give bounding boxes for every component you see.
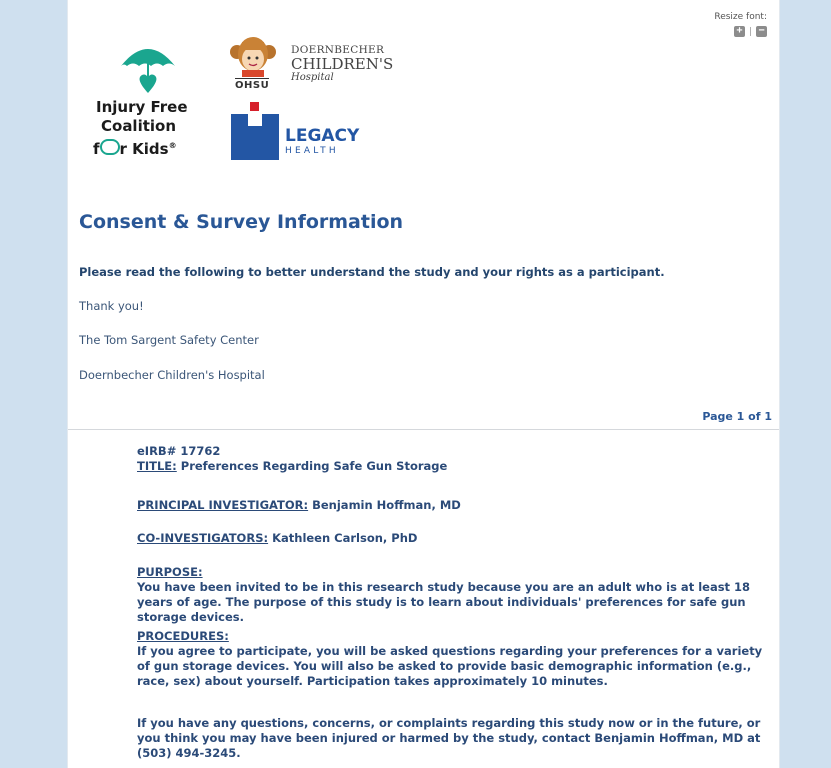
title-label: TITLE: bbox=[137, 459, 177, 473]
procedures-label: PROCEDURES: bbox=[137, 629, 229, 643]
intro-instruction: Please read the following to better unde… bbox=[79, 265, 665, 279]
registered-mark: ® bbox=[168, 141, 177, 150]
co-investigators: CO-INVESTIGATORS: Kathleen Carlson, PhD bbox=[137, 531, 777, 546]
doernbecher-line3: Hospital bbox=[291, 72, 334, 83]
org-name: The Tom Sargent Safety Center bbox=[79, 333, 259, 347]
increase-font-button[interactable]: + bbox=[733, 26, 745, 37]
resize-font-label: Resize font: bbox=[714, 12, 767, 22]
legacy-mark-icon bbox=[231, 102, 279, 160]
legacy-line1: LEGACY bbox=[285, 126, 360, 146]
legacy-health-logo: LEGACY HEALTH bbox=[231, 102, 381, 162]
purpose-text: You have been invited to be in this rese… bbox=[137, 580, 751, 624]
ohsu-doernbecher-logo: OHSU DOERNBECHER CHILDREN'S Hospital bbox=[228, 34, 438, 94]
ifck-line1: Injury Free bbox=[96, 98, 188, 116]
title-value: Preferences Regarding Safe Gun Storage bbox=[176, 459, 448, 473]
pi-value: Benjamin Hoffman, MD bbox=[308, 498, 461, 512]
page-title: Consent & Survey Information bbox=[79, 211, 404, 233]
purpose-label: PURPOSE: bbox=[137, 565, 203, 579]
resize-font-control: Resize font: + | − bbox=[714, 12, 767, 37]
procedures-text: If you agree to participate, you will be… bbox=[137, 644, 763, 688]
pi-label: PRINCIPAL INVESTIGATOR: bbox=[137, 498, 309, 512]
legacy-line2: HEALTH bbox=[285, 146, 339, 156]
page-indicator: Page 1 of 1 bbox=[702, 410, 772, 423]
survey-page: Resize font: + | − Injury Free Coalition… bbox=[67, 0, 780, 768]
ifck-line3-prefix: f bbox=[93, 140, 100, 158]
contact-text: If you have any questions, concerns, or … bbox=[137, 716, 761, 760]
hospital-name: Doernbecher Children's Hospital bbox=[79, 368, 265, 382]
doernbecher-line2: CHILDREN'S bbox=[291, 55, 394, 73]
principal-investigator: PRINCIPAL INVESTIGATOR: Benjamin Hoffman… bbox=[137, 498, 777, 513]
ifck-line3-suffix: r Kids bbox=[119, 140, 169, 158]
study-title: TITLE: Preferences Regarding Safe Gun St… bbox=[137, 459, 777, 474]
injury-free-coalition-logo: Injury Free Coalition f r Kids® bbox=[93, 38, 213, 173]
thanks-text: Thank you! bbox=[79, 299, 144, 313]
coi-value: Kathleen Carlson, PhD bbox=[268, 531, 418, 545]
coi-label: CO-INVESTIGATORS: bbox=[137, 531, 269, 545]
eirb-number: eIRB# 17762 bbox=[137, 444, 221, 458]
ohsu-mark: OHSU bbox=[235, 78, 270, 91]
section-divider bbox=[68, 429, 779, 430]
ifck-line2: Coalition bbox=[101, 117, 177, 135]
decrease-font-button[interactable]: − bbox=[756, 26, 767, 37]
smiley-icon bbox=[99, 139, 120, 155]
resize-separator: | bbox=[748, 26, 752, 37]
